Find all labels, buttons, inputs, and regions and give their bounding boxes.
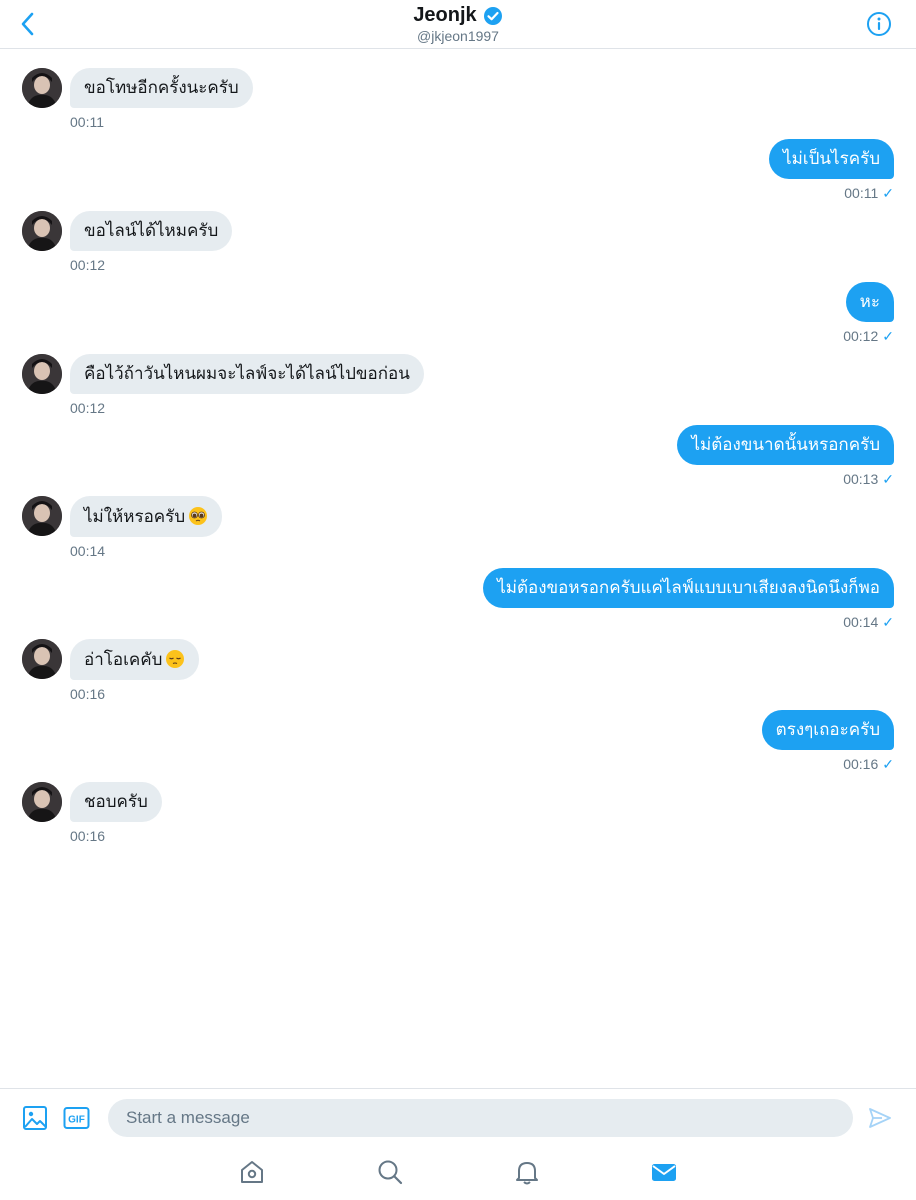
tab-notifications[interactable] [513, 1158, 541, 1186]
avatar[interactable] [22, 782, 62, 822]
message-text: ไม่ให้หรอครับ [84, 507, 186, 527]
message-bubble[interactable]: หะ [845, 282, 894, 322]
message-time-row: 00:13 ✓ [677, 471, 894, 488]
read-check-icon: ✓ [882, 185, 894, 201]
gif-label: GIF [68, 1115, 85, 1126]
tab-messages[interactable] [650, 1158, 678, 1186]
message-time: 00:13 [843, 471, 879, 487]
tab-home[interactable] [238, 1158, 266, 1186]
message-received: ขอโทษอีกครั้งนะครับ 00:11 [22, 68, 253, 130]
verified-badge-icon [483, 6, 502, 25]
message-bubble[interactable]: ตรงๆเถอะครับ [761, 710, 894, 750]
avatar[interactable] [22, 639, 62, 679]
info-button[interactable] [866, 11, 892, 37]
message-bubble[interactable]: ขอไลน์ได้ไหมครับ [70, 211, 233, 251]
bell-icon [516, 1162, 538, 1185]
read-check-icon: ✓ [882, 471, 894, 487]
message-bubble[interactable]: อ่าโอเคคับ [70, 639, 200, 680]
message-bubble[interactable]: คือไว้ถ้าวันไหนผมจะไลฟ์จะได้ไลน์ไปขอก่อน [70, 354, 424, 394]
pensive-face-icon [166, 650, 185, 668]
message-sent: ไม่ต้องขอหรอกครับแค่ไลฟ์แบบเบาเสียงลงนิด… [483, 568, 894, 631]
message-received: คือไว้ถ้าวันไหนผมจะไลฟ์จะได้ไลน์ไปขอก่อน… [22, 354, 424, 416]
message-received: ขอไลน์ได้ไหมครับ 00:12 [22, 211, 233, 273]
message-received: อ่าโอเคคับ 00:16 [22, 639, 200, 702]
message-bubble[interactable]: ขอโทษอีกครั้งนะครับ [70, 68, 253, 108]
message-input[interactable] [108, 1099, 853, 1137]
pleading-face-icon [189, 507, 208, 525]
message-time: 00:16 [843, 756, 879, 772]
read-check-icon: ✓ [882, 756, 894, 772]
avatar[interactable] [22, 211, 62, 251]
conversation-header: Jeonjk @jkjeon1997 [0, 0, 916, 49]
message-thread[interactable]: ขอโทษอีกครั้งนะครับ 00:11 ไม่เป็นไรครับ … [0, 50, 916, 1088]
message-time: 00:12 [70, 257, 106, 273]
message-time: 00:11 [844, 185, 879, 201]
message-time-row: 00:11 ✓ [769, 185, 894, 202]
message-time: 00:11 [70, 114, 104, 130]
gif-icon: GIF [63, 1107, 90, 1129]
message-bubble[interactable]: ไม่ให้หรอครับ [70, 496, 223, 537]
info-icon [867, 12, 891, 36]
message-time-row: 00:12 ✓ [843, 328, 894, 345]
conversation-handle: @jkjeon1997 [417, 28, 499, 44]
message-sent: ไม่ต้องขนาดนั้นหรอกครับ 00:13 ✓ [677, 425, 894, 488]
message-sent: ตรงๆเถอะครับ 00:16 ✓ [761, 710, 894, 773]
message-bubble[interactable]: ชอบครับ [70, 782, 162, 822]
message-time: 00:12 [70, 400, 106, 416]
read-check-icon: ✓ [882, 328, 894, 344]
message-time-row: 00:16 ✓ [762, 756, 894, 773]
message-bubble[interactable]: ไม่ต้องขอหรอกครับแค่ไลฟ์แบบเบาเสียงลงนิด… [483, 568, 894, 608]
send-button[interactable] [868, 1106, 892, 1130]
send-icon [869, 1108, 891, 1128]
avatar[interactable] [22, 496, 62, 536]
image-icon [23, 1106, 47, 1130]
message-composer: GIF [0, 1088, 916, 1148]
conversation-title: Jeonjk [413, 4, 477, 26]
avatar[interactable] [22, 68, 62, 108]
message-time: 00:14 [843, 614, 879, 630]
message-time: 00:12 [843, 328, 879, 344]
message-time: 00:14 [70, 543, 106, 559]
message-time: 00:16 [70, 828, 106, 844]
search-icon [378, 1160, 403, 1185]
conversation-title-block[interactable]: Jeonjk @jkjeon1997 [0, 4, 916, 44]
read-check-icon: ✓ [882, 614, 894, 630]
message-sent: หะ 00:12 ✓ [843, 282, 894, 345]
message-bubble[interactable]: ไม่ต้องขนาดนั้นหรอกครับ [677, 425, 894, 465]
message-received: ชอบครับ 00:16 [22, 782, 162, 844]
tab-search[interactable] [376, 1158, 404, 1186]
add-image-button[interactable] [22, 1105, 48, 1131]
bottom-tab-bar [0, 1148, 916, 1200]
add-gif-button[interactable]: GIF [63, 1105, 90, 1131]
message-bubble[interactable]: ไม่เป็นไรครับ [769, 139, 894, 179]
message-time: 00:16 [70, 686, 106, 702]
mail-icon [652, 1164, 676, 1181]
message-time-row: 00:14 ✓ [483, 614, 894, 631]
home-icon [241, 1161, 263, 1183]
message-received: ไม่ให้หรอครับ 00:14 [22, 496, 223, 559]
avatar[interactable] [22, 354, 62, 394]
message-text: อ่าโอเคคับ [84, 650, 163, 670]
message-sent: ไม่เป็นไรครับ 00:11 ✓ [769, 139, 894, 202]
